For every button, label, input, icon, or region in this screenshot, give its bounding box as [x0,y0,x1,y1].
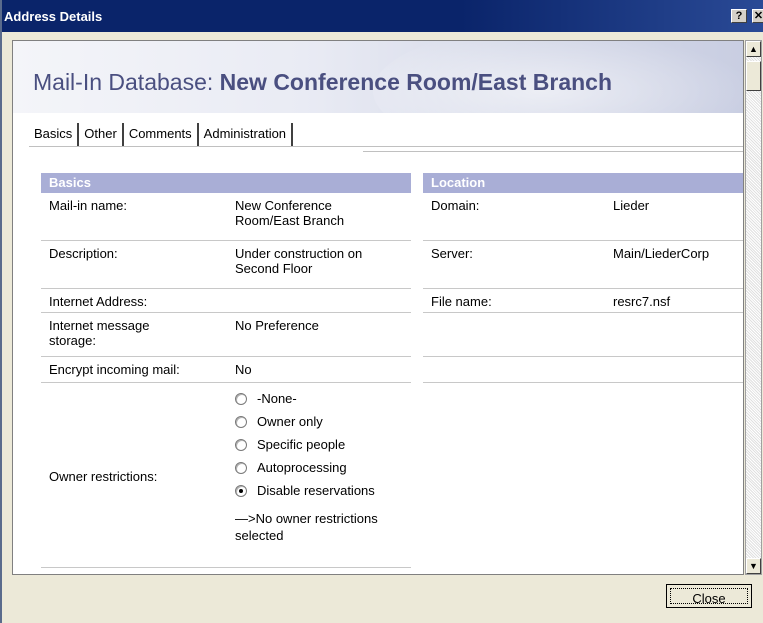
row-server: Server: Main/LiederCorp [423,241,743,289]
row-empty-1 [423,313,743,357]
internet-address-label: Internet Address: [49,294,148,309]
internet-message-storage-value: No Preference [235,318,319,333]
row-internet-message-storage: Internet message storage: No Preference [41,313,411,357]
row-internet-address: Internet Address: [41,289,411,313]
encrypt-incoming-mail-label: Encrypt incoming mail: [49,362,180,377]
owner-restrictions-note: —>No owner restrictions selected [235,511,378,543]
tab-other[interactable]: Other [79,123,124,147]
radio-button[interactable] [235,392,247,405]
vertical-scrollbar[interactable]: ▲ ▼ [745,40,762,575]
radio-option-owner-only[interactable]: Owner only [235,410,378,433]
client-area: Mail-In Database: New Conference Room/Ea… [8,32,763,577]
domain-value: Lieder [613,198,650,213]
row-encrypt-incoming-mail: Encrypt incoming mail: No [41,357,411,383]
server-value: Main/LiederCorp [613,246,710,261]
tab-basics[interactable]: Basics [29,123,80,147]
scroll-up-arrow-icon[interactable]: ▲ [746,41,761,57]
domain-label: Domain: [431,198,480,213]
radio-label: Disable reservations [257,483,375,498]
description-value: Under construction on Second Floor [235,246,363,276]
radio-label: Owner only [257,414,323,429]
mail-in-name-value: New Conference Room/East Branch [235,198,345,228]
close-button[interactable]: Close [666,584,752,608]
owner-restrictions-label: Owner restrictions: [49,469,158,484]
tab-administration[interactable]: Administration [198,123,294,147]
mail-in-name-label: Mail-in name: [49,198,128,213]
radio-button[interactable] [235,415,247,428]
window-close-button[interactable]: ✕ [752,9,763,23]
address-details-window: Address Details ? ✕ Mail-In Database: Ne… [0,0,763,623]
title-name: New Conference Room/East Branch [219,69,613,95]
page-title: Mail-In Database: New Conference Room/Ea… [33,69,612,96]
radio-option-autoprocessing[interactable]: Autoprocessing [235,456,378,479]
owner-restrictions-radio-group: -None- Owner only Specific people Autopr… [235,387,378,544]
encrypt-incoming-mail-value: No [235,362,252,377]
window-title: Address Details [4,8,103,24]
server-label: Server: [431,246,473,261]
row-domain: Domain: Lieder [423,193,743,241]
description-label: Description: [49,246,118,261]
header-banner: Mail-In Database: New Conference Room/Ea… [13,41,743,113]
row-empty-2 [423,357,743,383]
row-owner-restrictions: Owner restrictions: -None- Owner only Sp… [41,383,411,568]
radio-label: Autoprocessing [257,460,347,475]
row-description: Description: Under construction on Secon… [41,241,411,289]
title-bar: Address Details ? ✕ [2,0,763,32]
title-prefix: Mail-In Database: [33,69,220,95]
file-name-value: resrc7.nsf [613,294,671,309]
document-frame: Mail-In Database: New Conference Room/Ea… [12,40,744,575]
radio-label: Specific people [257,437,346,452]
tab-bar: Basics Other Comments Administration [29,123,294,147]
scroll-down-arrow-icon[interactable]: ▼ [746,558,761,574]
radio-button[interactable] [235,461,247,474]
tab-divider-secondary [363,151,743,152]
close-button-focus-rect: Close [670,588,748,606]
radio-option-disable-reservations[interactable]: Disable reservations [235,479,378,502]
radio-label: -None- [257,391,297,406]
internet-message-storage-label: Internet message storage: [49,318,150,348]
row-mail-in-name: Mail-in name: New Conference Room/East B… [41,193,411,241]
radio-button[interactable] [235,438,247,451]
tab-divider [29,146,743,147]
help-button[interactable]: ? [731,9,747,23]
scrollbar-thumb[interactable] [746,61,761,91]
radio-option-none[interactable]: -None- [235,387,378,410]
tab-comments[interactable]: Comments [123,123,199,147]
file-name-label: File name: [431,294,492,309]
location-section-header: Location [423,173,743,193]
radio-button-selected[interactable] [235,484,247,497]
basics-section-header: Basics [41,173,411,193]
row-file-name: File name: resrc7.nsf [423,289,743,313]
radio-option-specific-people[interactable]: Specific people [235,433,378,456]
